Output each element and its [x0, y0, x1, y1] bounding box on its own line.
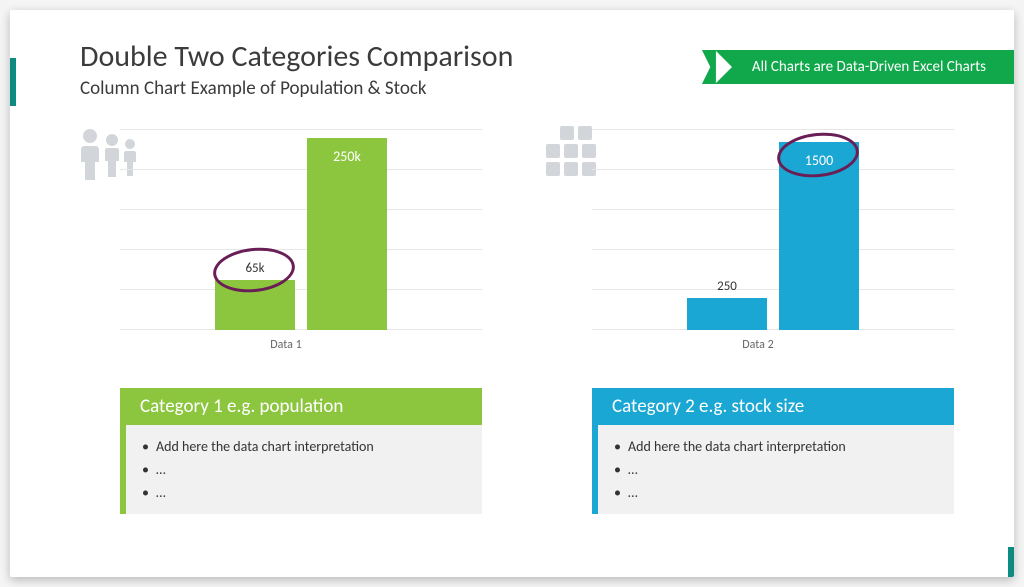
category-title: Category 2 e.g. stock size	[612, 395, 804, 418]
bar: 250k	[307, 138, 387, 330]
bar: 250	[687, 298, 767, 330]
bar: 65k	[215, 280, 295, 330]
bars: 250 1500	[592, 130, 954, 330]
category-body: Add here the data chart interpretation……	[120, 425, 482, 514]
page-subtitle: Column Chart Example of Population & Sto…	[80, 77, 513, 100]
category-body: Add here the data chart interpretation……	[592, 425, 954, 514]
category-header: Category 2 e.g. stock size	[592, 388, 954, 425]
bar-label: 250	[687, 279, 767, 294]
header: Double Two Categories Comparison Column …	[80, 38, 513, 100]
list-item: Add here the data chart interpretation	[612, 435, 940, 458]
category-block: Category 2 e.g. stock size Add here the …	[592, 388, 954, 514]
bars: 65k 250k	[120, 130, 482, 330]
chart-stock: 250 1500	[592, 130, 954, 330]
list-item: …	[140, 481, 468, 504]
list-item: …	[140, 458, 468, 481]
list-item: …	[612, 481, 940, 504]
chart-population: 65k 250k	[120, 130, 482, 330]
left-accent	[10, 58, 16, 106]
columns: 65k 250k Data 1 Category 1 e.g. populatio…	[80, 130, 964, 514]
column-stock: 250 1500 Data 2 Category 2 e.g. stock siz…	[552, 130, 964, 514]
badge-text: All Charts are Data-Driven Excel Charts	[752, 58, 986, 76]
bullet-list: Add here the data chart interpretation……	[612, 435, 940, 504]
category-block: Category 1 e.g. population Add here the …	[120, 388, 482, 514]
x-axis-label: Data 2	[552, 338, 964, 352]
bar-label: 250k	[307, 148, 387, 165]
data-driven-badge: All Charts are Data-Driven Excel Charts	[716, 50, 1014, 84]
column-population: 65k 250k Data 1 Category 1 e.g. populatio…	[80, 130, 492, 514]
bullet-list: Add here the data chart interpretation……	[140, 435, 468, 504]
category-title: Category 1 e.g. population	[140, 395, 343, 418]
x-axis-label: Data 1	[80, 338, 492, 352]
bar-label: 1500	[779, 152, 859, 169]
right-accent	[1008, 547, 1014, 577]
bar: 1500	[779, 142, 859, 330]
list-item: Add here the data chart interpretation	[140, 435, 468, 458]
slide: Double Two Categories Comparison Column …	[10, 10, 1014, 577]
bar-label: 65k	[215, 261, 295, 276]
page-title: Double Two Categories Comparison	[80, 38, 513, 75]
category-header: Category 1 e.g. population	[120, 388, 482, 425]
list-item: …	[612, 458, 940, 481]
